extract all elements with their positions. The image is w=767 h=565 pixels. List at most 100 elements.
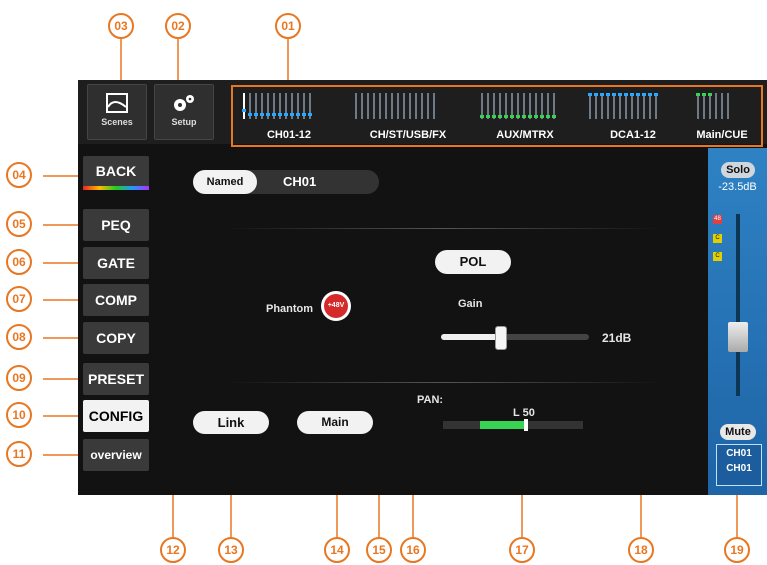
sidebar-item-preset[interactable]: PRESET <box>83 363 149 395</box>
meter-bar <box>600 93 604 119</box>
callout-15: 15 <box>366 537 392 563</box>
meter-dot <box>248 113 252 116</box>
meter-bar <box>391 93 393 119</box>
meter-bar <box>546 93 550 119</box>
pol-button[interactable]: POL <box>435 250 511 274</box>
phantom-button[interactable]: +48V <box>321 291 351 321</box>
meter-bar <box>636 93 640 119</box>
channel-select[interactable]: CH01 CH01 <box>716 444 762 486</box>
sidebar-item-peq[interactable]: PEQ <box>83 209 149 241</box>
meter-dot <box>624 93 628 96</box>
pan-value: L 50 <box>513 407 535 419</box>
gain-slider[interactable] <box>441 326 589 350</box>
meter-group-label: Main/CUE <box>696 129 748 141</box>
pan-slider[interactable] <box>443 419 583 431</box>
meter-dot <box>708 93 712 96</box>
meter-bar <box>367 93 369 119</box>
pan-label: PAN: <box>417 394 444 406</box>
meter-bar <box>486 93 490 119</box>
back-button[interactable]: BACK <box>83 156 149 190</box>
meter-dot <box>606 93 610 96</box>
callout-02: 02 <box>165 13 191 39</box>
meter-bar <box>355 93 357 119</box>
meter-bar <box>504 93 508 119</box>
meter-bar <box>302 93 306 119</box>
solo-button[interactable]: Solo <box>721 162 755 178</box>
callout-11: 11 <box>6 441 32 467</box>
meter-bar <box>708 93 712 119</box>
meter-dot <box>654 93 658 96</box>
main-button[interactable]: Main <box>297 411 373 434</box>
meter-dot <box>636 93 640 96</box>
channel-level: -23.5dB <box>718 181 757 193</box>
meter-bar <box>624 93 628 119</box>
scenes-button[interactable]: Scenes <box>87 84 147 140</box>
meter-bar <box>480 93 484 119</box>
scenes-icon <box>106 93 128 113</box>
meter-bar <box>409 93 411 119</box>
meter-bar <box>721 93 723 119</box>
meter-bar <box>727 93 729 119</box>
phantom-label: Phantom <box>266 303 314 315</box>
meter-dot <box>522 115 526 118</box>
gain-slider-thumb[interactable] <box>495 326 508 350</box>
meter-bar <box>361 93 363 119</box>
setup-button[interactable]: Setup <box>154 84 214 140</box>
callout-06: 06 <box>6 249 32 275</box>
callout-03: 03 <box>108 13 134 39</box>
meter-dot <box>504 115 508 118</box>
mute-button[interactable]: Mute <box>720 424 756 440</box>
sidebar-item-copy[interactable]: COPY <box>83 322 149 354</box>
meter-group-dca1-12[interactable]: DCA1-12 <box>579 87 687 145</box>
meter-dot <box>302 113 306 116</box>
callout-07: 07 <box>6 286 32 312</box>
fader-knob[interactable] <box>728 322 748 352</box>
meter-dot <box>260 113 264 116</box>
fader-track <box>736 214 740 396</box>
meter-group-main-cue[interactable]: Main/CUE <box>687 87 757 145</box>
callout-09: 09 <box>6 365 32 391</box>
meter-bar <box>696 93 700 119</box>
sidebar-item-config[interactable]: CONFIG <box>83 400 149 432</box>
divider <box>225 382 663 383</box>
link-button[interactable]: Link <box>193 411 269 434</box>
meter-bar <box>606 93 610 119</box>
meter-bar <box>630 93 634 119</box>
meter-dot <box>642 93 646 96</box>
sidebar-item-overview[interactable]: overview <box>83 439 149 471</box>
meter-bar <box>612 93 616 119</box>
meter-dot <box>492 115 496 118</box>
channel-strip: Solo -23.5dB 48 C C Mute CH01 CH01 <box>708 148 767 495</box>
meter-dot <box>702 93 706 96</box>
meter-bar <box>522 93 526 119</box>
sidebar-item-gate[interactable]: GATE <box>83 247 149 279</box>
meter-bar <box>552 93 556 119</box>
meter-dot <box>242 109 246 112</box>
meter-dot <box>498 115 502 118</box>
meter-bar <box>516 93 520 119</box>
meter-bar <box>648 93 652 119</box>
meter-dot <box>612 93 616 96</box>
meter-bar <box>272 93 276 119</box>
gain-fill <box>441 334 501 340</box>
meter-dot <box>308 113 312 116</box>
meter-group-label: CH/ST/USB/FX <box>369 129 447 141</box>
meter-group-ch01-12[interactable]: CH01-12 <box>233 87 345 145</box>
callout-13: 13 <box>218 537 244 563</box>
callout-19: 19 <box>724 537 750 563</box>
meter-bar <box>421 93 423 119</box>
rainbow-strip <box>83 186 149 190</box>
meter-bar <box>427 93 429 119</box>
meter-bar <box>715 93 717 119</box>
tag-c: C <box>713 234 722 243</box>
meter-group-aux-mtrx[interactable]: AUX/MTRX <box>471 87 579 145</box>
sidebar-item-comp[interactable]: COMP <box>83 284 149 316</box>
pan-thumb[interactable] <box>524 419 528 431</box>
meter-group-label: CH01-12 <box>266 129 312 141</box>
channel-name-field[interactable]: Named CH01 <box>193 170 379 194</box>
named-tag: Named <box>193 170 257 194</box>
meter-bar <box>594 93 598 119</box>
meter-dot <box>546 115 550 118</box>
meter-group-ch-st-usb-fx[interactable]: CH/ST/USB/FX <box>345 87 471 145</box>
meter-bar <box>248 93 252 119</box>
